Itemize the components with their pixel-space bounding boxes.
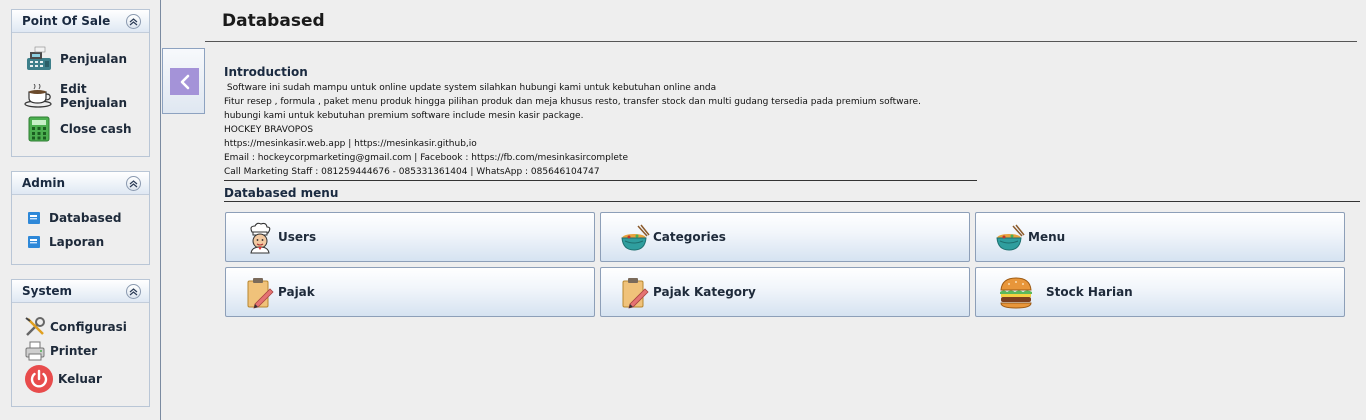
sidebar-item-databased[interactable]: Databased — [26, 210, 121, 226]
sidebar-item-label: Printer — [50, 344, 98, 358]
noodle-bowl-icon — [619, 222, 651, 254]
pajak-button[interactable]: Pajak — [225, 267, 595, 317]
panel-admin: Admin Databased Laporan — [11, 171, 150, 265]
menu-divider — [224, 201, 1360, 202]
menu-button-label: Pajak Kategory — [653, 285, 756, 299]
intro-heading: Introduction — [224, 65, 308, 79]
sidebar: Point Of Sale Penjualan Edit Penjualan C… — [0, 0, 161, 420]
menu-button-label: Users — [278, 230, 317, 244]
sidebar-item-penjualan[interactable]: Penjualan — [24, 46, 127, 72]
categories-button[interactable]: Categories — [600, 212, 970, 262]
menu-heading: Databased menu — [224, 186, 339, 200]
sidebar-item-label: Penjualan — [60, 52, 127, 66]
menu-button-label: Categories — [653, 230, 726, 244]
collapse-icon[interactable] — [126, 283, 141, 299]
sidebar-item-label: Laporan — [49, 235, 105, 249]
noodle-bowl-icon — [994, 222, 1026, 254]
sidebar-item-label: Edit Penjualan — [60, 82, 127, 110]
chef-icon — [244, 222, 276, 254]
burger-icon — [998, 275, 1034, 311]
sidebar-item-configurasi[interactable]: Configurasi — [24, 316, 127, 338]
sidebar-toggle-panel — [162, 48, 205, 114]
sidebar-item-printer[interactable]: Printer — [24, 340, 97, 362]
panel-header[interactable]: Point Of Sale — [12, 10, 149, 33]
clipboard-pencil-icon — [619, 277, 651, 309]
intro-divider — [224, 180, 977, 181]
calculator-icon — [24, 116, 54, 142]
sidebar-item-laporan[interactable]: Laporan — [26, 234, 104, 250]
notebook-icon — [26, 234, 42, 250]
sidebar-item-edit-penjualan[interactable]: Edit Penjualan — [24, 82, 149, 110]
sidebar-item-close-cash[interactable]: Close cash — [24, 116, 132, 142]
intro-line: HOCKEY BRAVOPOS — [224, 125, 314, 135]
collapse-icon[interactable] — [126, 13, 141, 29]
panel-point-of-sale: Point Of Sale Penjualan Edit Penjualan C… — [11, 9, 150, 157]
stock-harian-button[interactable]: Stock Harian — [975, 267, 1345, 317]
panel-title: Admin — [22, 176, 66, 190]
panel-title: System — [22, 284, 72, 298]
panel-title: Point Of Sale — [22, 14, 111, 28]
menu-button-label: Menu — [1028, 230, 1066, 244]
printer-icon — [24, 340, 46, 362]
power-icon — [24, 364, 54, 394]
intro-line: Fitur resep , formula , paket menu produ… — [224, 97, 921, 107]
tools-icon — [24, 316, 46, 338]
introduction-section: Introduction Software ini sudah mampu un… — [224, 65, 984, 179]
panel-system: System Configurasi Printer Keluar — [11, 279, 150, 407]
intro-line: https://mesinkasir.web.app | https://mes… — [224, 139, 477, 149]
intro-line: Email : hockeycorpmarketing@gmail.com | … — [224, 153, 628, 163]
menu-button-label: Pajak — [278, 285, 315, 299]
title-divider — [205, 41, 1357, 42]
intro-line: Software ini sudah mampu untuk online up… — [224, 83, 717, 93]
sidebar-item-label: Keluar — [58, 372, 102, 386]
sidebar-item-label: Databased — [49, 211, 122, 225]
intro-line: Call Marketing Staff : 081259444676 - 08… — [224, 167, 600, 177]
panel-header[interactable]: Admin — [12, 172, 149, 195]
cash-register-icon — [24, 46, 54, 72]
sidebar-item-label: Close cash — [60, 122, 132, 136]
sidebar-item-keluar[interactable]: Keluar — [24, 364, 102, 394]
collapse-icon[interactable] — [126, 175, 141, 191]
pajak-kategory-button[interactable]: Pajak Kategory — [600, 267, 970, 317]
notebook-icon — [26, 210, 42, 226]
sidebar-item-label: Configurasi — [50, 320, 127, 334]
page-title: Databased — [222, 11, 325, 31]
menu-button-label: Stock Harian — [1046, 285, 1133, 299]
collapse-sidebar-button[interactable] — [170, 68, 199, 95]
intro-line: hubungi kami untuk kebutuhan premium sof… — [224, 111, 584, 121]
panel-header[interactable]: System — [12, 280, 149, 303]
clipboard-pencil-icon — [244, 277, 276, 309]
menu-button[interactable]: Menu — [975, 212, 1345, 262]
users-button[interactable]: Users — [225, 212, 595, 262]
chevron-left-icon — [180, 74, 189, 89]
coffee-cup-icon — [24, 84, 54, 108]
